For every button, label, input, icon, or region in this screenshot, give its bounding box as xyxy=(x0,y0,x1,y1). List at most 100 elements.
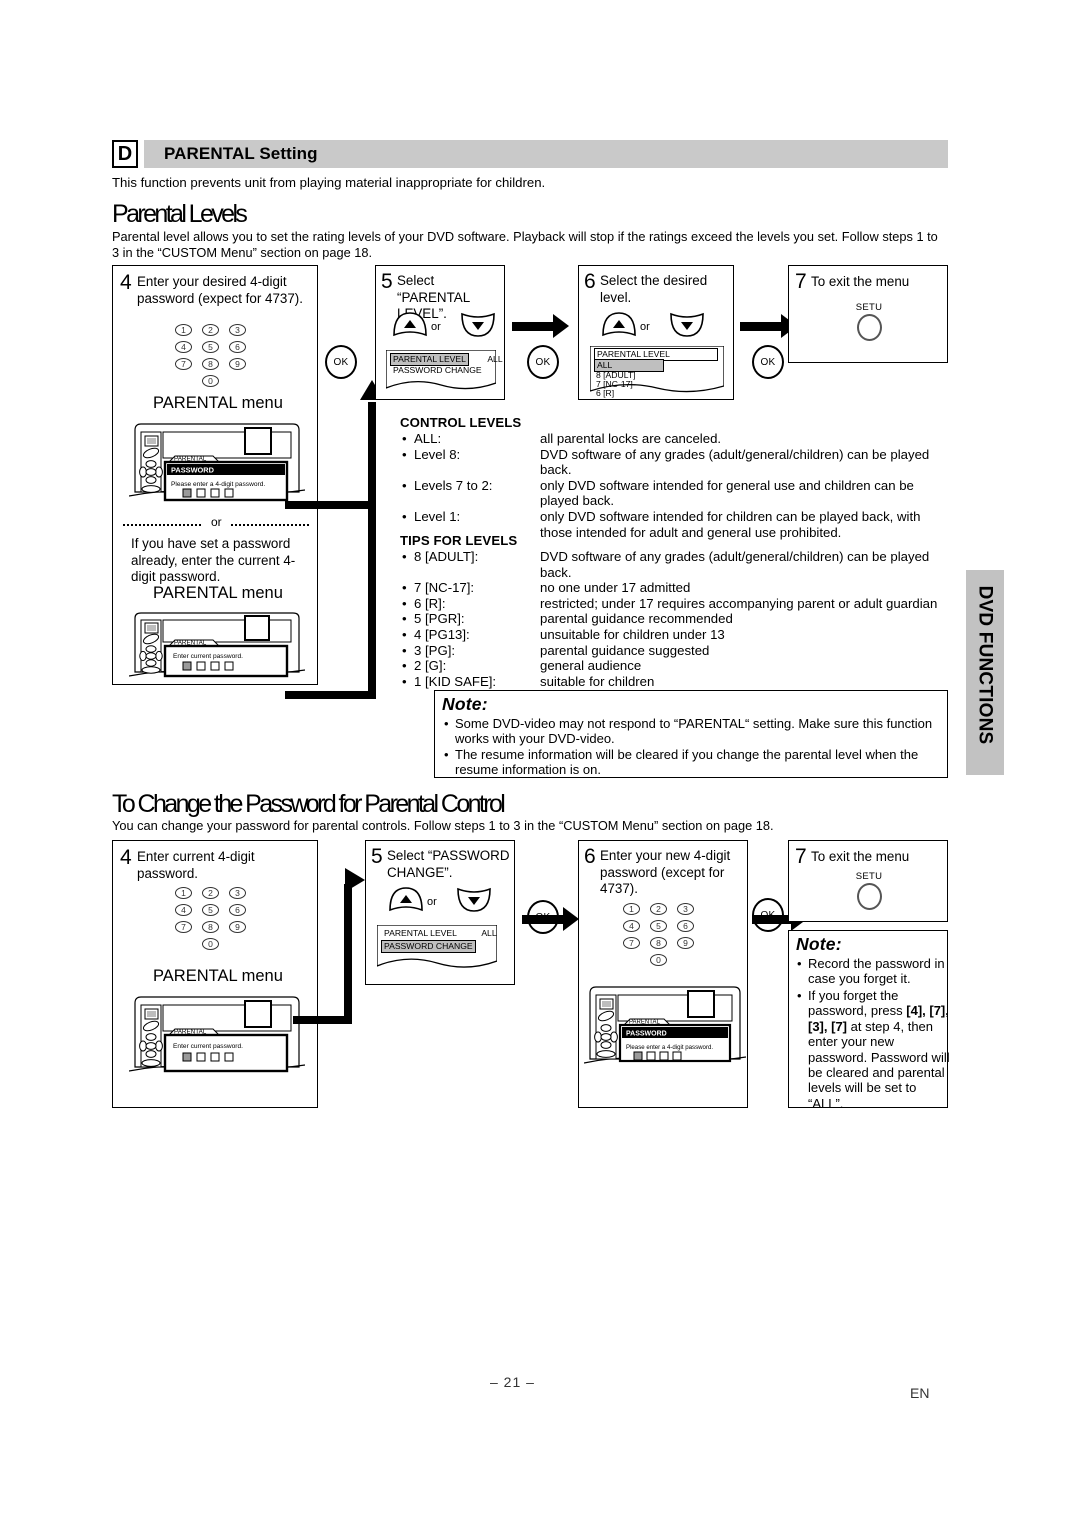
control-levels-row: • Levels 7 to 2: only DVD software inten… xyxy=(400,478,948,509)
ok-button[interactable]: OK xyxy=(527,345,559,379)
key-4[interactable]: 4 xyxy=(175,341,192,353)
ok-button[interactable]: OK xyxy=(527,900,559,934)
key-3[interactable]: 3 xyxy=(229,324,246,336)
up-down-buttons[interactable] xyxy=(390,311,498,337)
note-item: • The resume information will be cleared… xyxy=(444,747,949,778)
bullet: • xyxy=(797,988,802,1003)
parental-menu-label: PARENTAL menu xyxy=(153,394,283,412)
note-item-text: Record the password in case you forget i… xyxy=(808,956,945,987)
bullet: • xyxy=(402,658,407,674)
tv-illustration-svg: PARENTAL PASSWORD Please enter a 4-digit… xyxy=(583,986,747,1064)
bullet: • xyxy=(402,580,407,596)
key-0[interactable]: 0 xyxy=(650,954,667,966)
step-number: 7 xyxy=(795,845,807,868)
bullet: • xyxy=(444,716,449,731)
or-label: or xyxy=(427,896,437,908)
tips-row: • 7 [NC-17]: no one under 17 admitted xyxy=(400,580,948,596)
step-instruction: To exit the menu xyxy=(811,849,910,864)
step-instruction: Enter your desired 4-digit password (exp… xyxy=(137,274,303,306)
osd-screen: PARENTAL LEVEL ALL PASSWORD CHANGE xyxy=(376,924,498,975)
tips-desc: unsuitable for children under 13 xyxy=(540,626,725,642)
step-number: 6 xyxy=(584,845,596,868)
key-5[interactable]: 5 xyxy=(202,341,219,353)
key-7[interactable]: 7 xyxy=(175,358,192,370)
osd-row-value: ALL xyxy=(487,354,503,364)
key-1[interactable]: 1 xyxy=(175,324,192,336)
side-tab-dvd-functions: DVD FUNCTIONS xyxy=(966,570,1004,775)
osd-row[interactable]: PARENTAL LEVEL ALL xyxy=(390,353,503,366)
tips-for-levels-heading: TIPS FOR LEVELS xyxy=(400,533,518,548)
section-header: D PARENTAL Setting xyxy=(112,140,948,168)
or-label: or xyxy=(431,321,441,333)
tips-term: 7 [NC-17]: xyxy=(414,580,475,596)
note-item-text: Some DVD-video may not respond to “PAREN… xyxy=(455,716,933,747)
key-4[interactable]: 4 xyxy=(623,920,640,932)
bullet: • xyxy=(402,626,407,642)
svg-text:Enter current password.: Enter current password. xyxy=(173,653,243,660)
note-box-bottom: Note: • Record the password in case you … xyxy=(788,930,950,1111)
step-number: 7 xyxy=(795,270,807,293)
key-4[interactable]: 4 xyxy=(175,904,192,916)
key-6[interactable]: 6 xyxy=(229,341,246,353)
osd-row[interactable]: 6 [R] xyxy=(596,388,614,399)
setup-button[interactable]: SETU xyxy=(843,871,895,910)
bullet: • xyxy=(402,508,407,524)
up-down-buttons[interactable] xyxy=(386,886,494,912)
setup-button-circle xyxy=(856,883,882,910)
osd-row-label: PARENTAL LEVEL xyxy=(384,928,457,938)
step-5-box-top: 5 Select “PARENTAL LEVEL”. or PARENTAL L… xyxy=(375,265,505,400)
setup-button[interactable]: SETU xyxy=(843,302,895,341)
key-5[interactable]: 5 xyxy=(202,904,219,916)
tips-row: • 1 [KID SAFE]: suitable for children xyxy=(400,674,948,690)
key-9[interactable]: 9 xyxy=(677,937,694,949)
key-8[interactable]: 8 xyxy=(202,358,219,370)
osd-row[interactable]: PARENTAL LEVEL ALL xyxy=(382,928,497,939)
tips-row: • 5 [PGR]: parental guidance recommended xyxy=(400,611,948,627)
step-instruction: Select “PASSWORD CHANGE”. xyxy=(387,848,510,880)
key-2[interactable]: 2 xyxy=(650,903,667,915)
bullet: • xyxy=(402,446,407,462)
key-7[interactable]: 7 xyxy=(175,921,192,933)
key-7[interactable]: 7 xyxy=(623,937,640,949)
parental-levels-description: Parental level allows you to set the rat… xyxy=(112,229,938,260)
key-1[interactable]: 1 xyxy=(623,903,640,915)
ok-button[interactable]: OK xyxy=(752,898,784,932)
key-0[interactable]: 0 xyxy=(202,938,219,950)
osd-row-label: PASSWORD CHANGE xyxy=(381,940,476,953)
key-8[interactable]: 8 xyxy=(202,921,219,933)
key-3[interactable]: 3 xyxy=(677,903,694,915)
bullet: • xyxy=(402,431,407,446)
language-code: EN xyxy=(910,1385,930,1401)
tv-illustration-alt: PARENTAL Enter current password. xyxy=(128,610,306,682)
osd-row[interactable]: PASSWORD CHANGE xyxy=(391,365,484,376)
tips-desc: general audience xyxy=(540,658,642,674)
heading-change-password: To Change the Password for Parental Cont… xyxy=(112,790,506,818)
remote-keypad: 1 2 3 4 5 6 7 8 9 0 xyxy=(175,887,259,950)
key-9[interactable]: 9 xyxy=(229,358,246,370)
bullet: • xyxy=(402,673,407,689)
key-1[interactable]: 1 xyxy=(175,887,192,899)
svg-text:Please enter a 4-digit pas: Please enter a 4-digit password. xyxy=(626,1044,713,1051)
up-down-buttons[interactable] xyxy=(599,311,707,337)
remote-keypad: 1 2 3 4 5 6 7 8 9 0 xyxy=(175,324,259,387)
key-5[interactable]: 5 xyxy=(650,920,667,932)
tips-row: • 6 [R]: restricted; under 17 requires a… xyxy=(400,596,948,612)
ok-button[interactable]: OK xyxy=(325,345,357,379)
osd-row[interactable]: PASSWORD CHANGE xyxy=(381,940,476,953)
key-0[interactable]: 0 xyxy=(202,375,219,387)
tips-term: 5 [PGR]: xyxy=(414,611,465,627)
key-2[interactable]: 2 xyxy=(202,887,219,899)
osd-row-label: 6 [R] xyxy=(596,388,615,398)
tips-desc: DVD software of any grades (adult/genera… xyxy=(540,549,930,580)
key-2[interactable]: 2 xyxy=(202,324,219,336)
key-9[interactable]: 9 xyxy=(229,921,246,933)
key-8[interactable]: 8 xyxy=(650,937,667,949)
note-title: Note: xyxy=(442,694,488,714)
key-6[interactable]: 6 xyxy=(229,904,246,916)
key-3[interactable]: 3 xyxy=(229,887,246,899)
svg-text:Please enter a 4-digit pas: Please enter a 4-digit password. xyxy=(171,481,265,488)
ok-button[interactable]: OK xyxy=(752,345,784,379)
key-6[interactable]: 6 xyxy=(677,920,694,932)
svg-text:Enter current password.: Enter current password. xyxy=(173,1043,243,1050)
bullet: • xyxy=(402,611,407,627)
